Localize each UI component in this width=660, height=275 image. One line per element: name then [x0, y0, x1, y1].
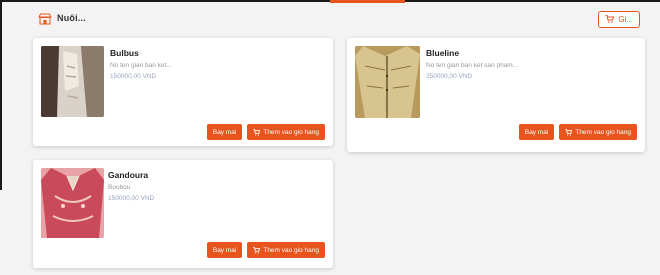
add-to-cart-label: Them vao gio hang [263, 246, 319, 254]
add-to-cart-button[interactable]: Them vao gio hang [247, 124, 325, 140]
product-subtitle: Boubou [108, 184, 131, 191]
product-price: 150000,00 VND [110, 73, 157, 80]
product-price: 250000,00 VND [426, 73, 473, 80]
card-actions: Bay mai Them vao gio hang [206, 124, 325, 140]
product-image [41, 168, 104, 238]
page-header: Nuôi... [38, 12, 86, 25]
product-name: Blueline [426, 48, 460, 58]
product-card: Gandoura Boubou 150000,00 VND Bay mai Th… [33, 160, 333, 268]
shop-icon [38, 12, 52, 25]
add-to-cart-button[interactable]: Them vao gio hang [559, 124, 637, 140]
add-to-cart-button[interactable]: Them vao gio hang [247, 242, 325, 258]
add-to-cart-label: Them vao gio hang [263, 128, 319, 136]
cart-button[interactable]: Gi... [598, 11, 640, 28]
frame-left-border [0, 0, 2, 190]
buy-now-button[interactable]: Bay mai [518, 124, 555, 140]
product-subtitle: No ten gian ban ket san pham... [426, 62, 519, 69]
buy-now-label: Bay mai [212, 128, 237, 136]
cart-icon [253, 246, 261, 254]
cart-icon [605, 14, 615, 25]
product-subtitle: No ten gian ban ket... [110, 62, 172, 69]
card-actions: Bay mai Them vao gio hang [518, 124, 637, 140]
cart-icon [253, 128, 261, 136]
buy-now-button[interactable]: Bay mai [206, 242, 243, 258]
page-title: Nuôi... [57, 13, 86, 23]
buy-now-label: Bay mai [212, 246, 237, 254]
buy-now-button[interactable]: Bay mai [206, 124, 243, 140]
product-card: Bulbus No ten gian ban ket... 150000,00 … [33, 38, 333, 146]
cart-button-label: Gi... [618, 15, 633, 24]
buy-now-label: Bay mai [524, 128, 549, 136]
product-image [41, 46, 104, 117]
product-name: Bulbus [110, 48, 139, 58]
card-actions: Bay mai Them vao gio hang [206, 242, 325, 258]
product-card: Blueline No ten gian ban ket san pham...… [347, 38, 645, 152]
cart-icon [565, 128, 573, 136]
add-to-cart-label: Them vao gio hang [575, 128, 631, 136]
product-image [355, 46, 420, 118]
product-price: 150000,00 VND [108, 195, 155, 202]
product-name: Gandoura [108, 170, 149, 180]
active-tab-indicator [330, 0, 405, 3]
